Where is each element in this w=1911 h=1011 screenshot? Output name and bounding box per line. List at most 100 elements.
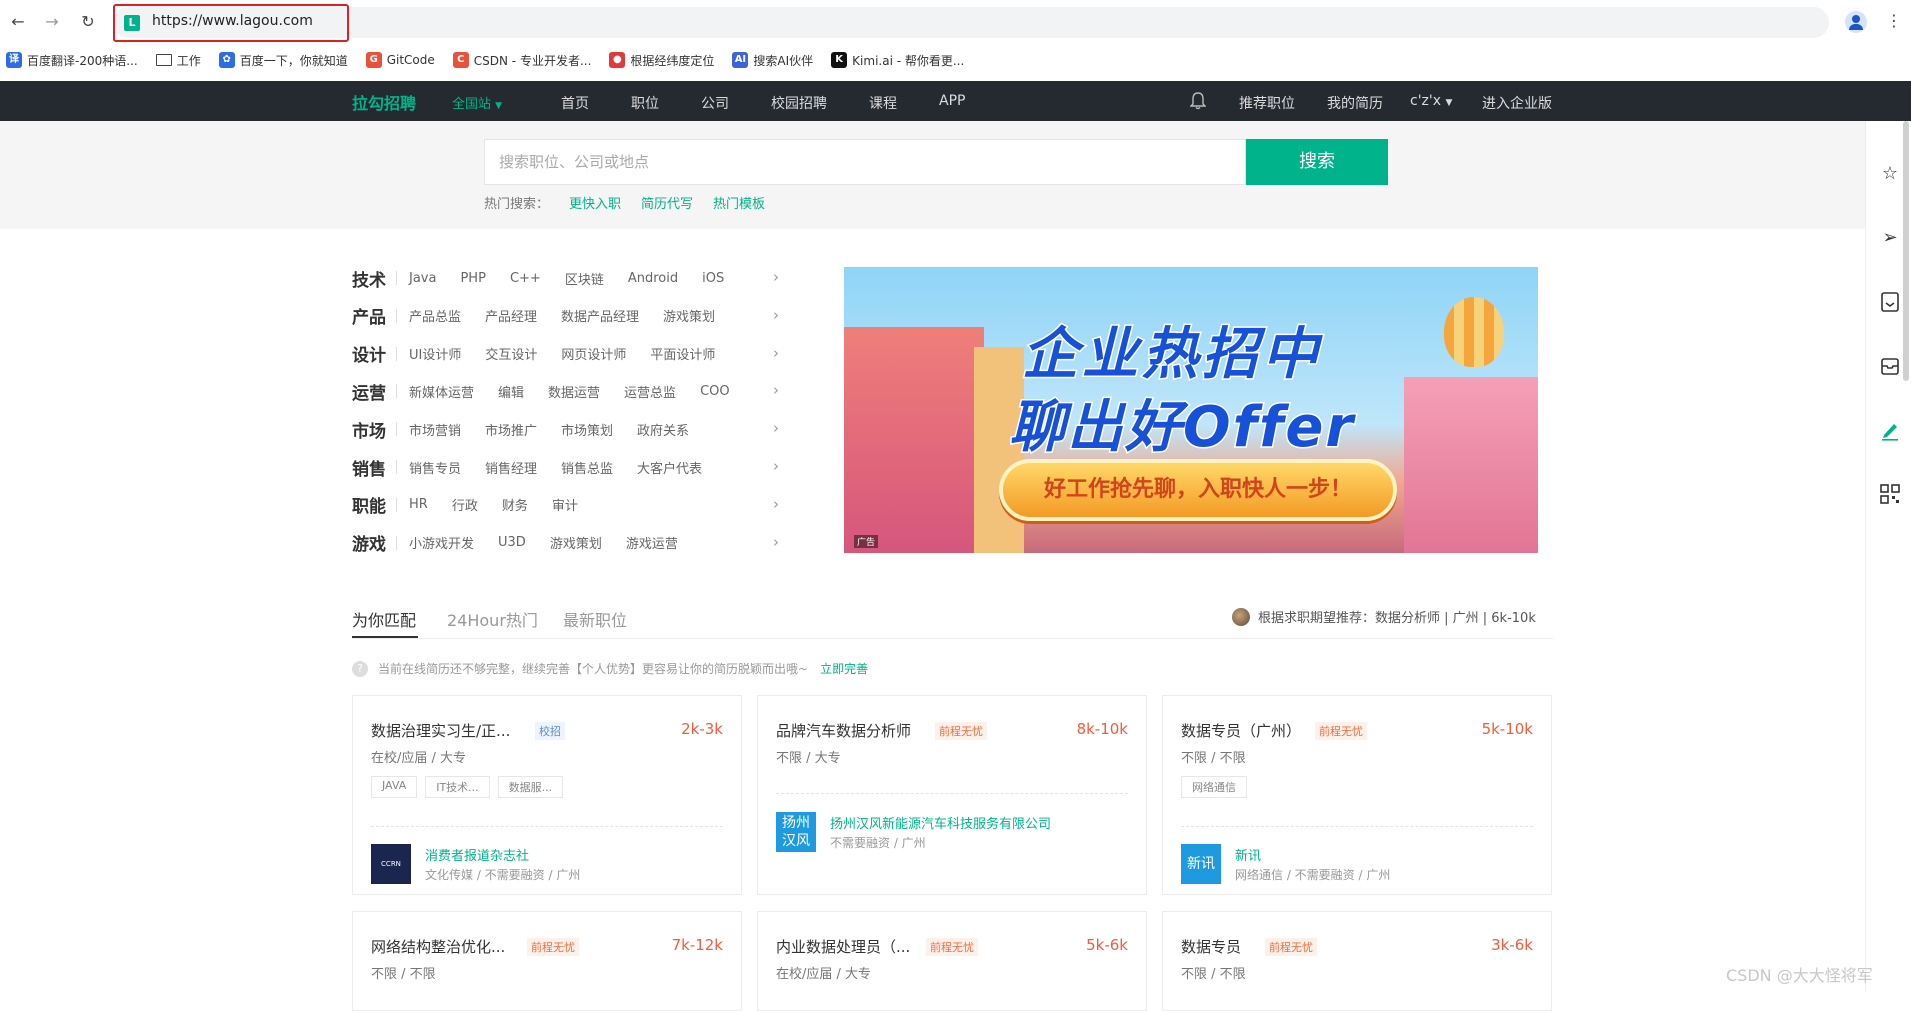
category-item[interactable]: 审计 — [552, 495, 578, 514]
job-title[interactable]: 数据专员（广州） — [1181, 720, 1301, 741]
category-item[interactable]: 行政 — [452, 495, 478, 514]
forward-arrow-icon[interactable]: → — [42, 12, 62, 32]
category-item[interactable]: 市场策划 — [561, 420, 613, 439]
job-card[interactable]: 数据专员（广州） 前程无忧 5k-10k 不限 / 不限 网络通信 新讯 新讯 网络通信 / … — [1162, 695, 1552, 895]
company-name[interactable]: 新讯 — [1235, 845, 1261, 864]
scrollbar-thumb[interactable] — [1903, 121, 1909, 381]
chevron-right-icon[interactable]: › — [773, 457, 779, 475]
send-icon[interactable]: ➢ — [1879, 227, 1901, 249]
company-logo[interactable]: 新讯 — [1181, 844, 1221, 884]
star-icon[interactable]: ☆ — [1879, 163, 1901, 185]
inbox-icon[interactable] — [1879, 355, 1901, 377]
job-card[interactable]: 内业数据处理员（... 前程无忧 5k-6k 在校/应届 / 大专 — [757, 911, 1147, 1011]
chevron-right-icon[interactable]: › — [773, 533, 779, 551]
nav-link-jobs[interactable]: 职位 — [631, 93, 659, 113]
category-title[interactable]: 职能 — [352, 492, 396, 517]
chevron-right-icon[interactable]: › — [773, 495, 779, 513]
category-item[interactable]: 游戏运营 — [626, 533, 678, 552]
bookmark-item[interactable]: ✿ 百度一下，你就知道 — [218, 52, 348, 69]
job-title[interactable]: 品牌汽车数据分析师 — [776, 720, 911, 741]
category-title[interactable]: 设计 — [352, 341, 396, 366]
user-menu[interactable]: c'z'x ▼ — [1410, 93, 1452, 109]
nav-link-enterprise[interactable]: 进入企业版 — [1482, 93, 1552, 113]
job-card[interactable]: 网络结构整治优化... 前程无忧 7k-12k 不限 / 不限 — [352, 911, 742, 1011]
job-card[interactable]: 品牌汽车数据分析师 前程无忧 8k-10k 不限 / 大专 扬州汉风 扬州汉风新能源汽车科… — [757, 695, 1147, 895]
category-item[interactable]: 网页设计师 — [561, 344, 626, 363]
reload-icon[interactable]: ↻ — [78, 12, 98, 32]
recommend-basis[interactable]: 根据求职期望推荐：数据分析师 | 广州 | 6k-10k — [1232, 607, 1536, 626]
chevron-right-icon[interactable]: › — [773, 306, 779, 324]
bookmark-item[interactable]: 工作 — [155, 52, 201, 69]
category-item[interactable]: 小游戏开发 — [409, 533, 474, 552]
category-item[interactable]: 财务 — [502, 495, 528, 514]
category-item[interactable]: 销售总监 — [561, 458, 613, 477]
job-title[interactable]: 数据专员 — [1181, 936, 1241, 957]
tab-latest[interactable]: 最新职位 — [563, 607, 627, 631]
job-title[interactable]: 数据治理实习生/正... — [371, 720, 510, 741]
profile-avatar-icon[interactable] — [1845, 11, 1867, 33]
category-item[interactable]: 新媒体运营 — [409, 382, 474, 401]
browser-menu-icon[interactable]: ⋮ — [1886, 11, 1902, 30]
chevron-right-icon[interactable]: › — [773, 268, 779, 286]
complete-resume-link[interactable]: 立即完善 — [820, 660, 868, 677]
chevron-right-icon[interactable]: › — [773, 381, 779, 399]
bookmark-item[interactable]: ● 根据经纬度定位 — [609, 52, 714, 69]
back-arrow-icon[interactable]: ← — [8, 12, 28, 32]
lagou-logo[interactable]: 拉勾招聘 — [352, 90, 416, 114]
nav-link-companies[interactable]: 公司 — [701, 93, 729, 113]
chevron-right-icon[interactable]: › — [773, 344, 779, 362]
bookmark-item[interactable]: K Kimi.ai - 帮你看更... — [831, 52, 964, 69]
search-button[interactable]: 搜索 — [1246, 139, 1388, 185]
bookmark-item[interactable]: AI 搜索AI伙伴 — [732, 52, 813, 69]
category-item[interactable]: 大客户代表 — [637, 458, 702, 477]
company-logo[interactable]: 扬州汉风 — [776, 812, 816, 852]
category-item[interactable]: HR — [409, 497, 428, 512]
category-item[interactable]: 产品总监 — [409, 306, 461, 325]
category-item[interactable]: 政府关系 — [637, 420, 689, 439]
job-card[interactable]: 数据专员 前程无忧 3k-6k 不限 / 不限 — [1162, 911, 1552, 1011]
category-item[interactable]: 数据产品经理 — [561, 306, 639, 325]
address-bar[interactable] — [113, 7, 1829, 38]
hot-search-term[interactable]: 简历代写 — [641, 193, 693, 212]
nav-link-campus[interactable]: 校园招聘 — [771, 93, 827, 113]
bell-icon[interactable] — [1190, 92, 1206, 110]
category-title[interactable]: 产品 — [352, 303, 396, 328]
qr-code-icon[interactable] — [1879, 483, 1901, 505]
category-item[interactable]: 数据运营 — [548, 382, 600, 401]
nav-link-app[interactable]: APP — [939, 93, 965, 109]
category-item[interactable]: C++ — [510, 271, 541, 286]
category-item[interactable]: 销售经理 — [485, 458, 537, 477]
category-item[interactable]: PHP — [460, 271, 485, 286]
category-item[interactable]: Android — [628, 271, 678, 286]
category-title[interactable]: 市场 — [352, 417, 396, 442]
company-name[interactable]: 消费者报道杂志社 — [425, 845, 529, 864]
city-selector[interactable]: 全国站 ▼ — [452, 93, 502, 112]
bookmark-item[interactable]: 译百度翻译-200种语... — [6, 52, 138, 69]
category-item[interactable]: 产品经理 — [485, 306, 537, 325]
category-item[interactable]: Java — [409, 271, 436, 286]
category-item[interactable]: 游戏策划 — [550, 533, 602, 552]
bookmark-item[interactable]: G GitCode — [365, 52, 435, 68]
category-item[interactable]: 市场推广 — [485, 420, 537, 439]
nav-link-home[interactable]: 首页 — [561, 93, 589, 113]
company-logo[interactable]: CCRN — [371, 844, 411, 884]
tab-24hour-hot[interactable]: 24Hour热门 — [447, 607, 538, 631]
nav-link-recommended[interactable]: 推荐职位 — [1239, 93, 1295, 113]
category-item[interactable]: 平面设计师 — [650, 344, 715, 363]
search-input[interactable]: 搜索职位、公司或地点 — [484, 139, 1246, 185]
job-title[interactable]: 网络结构整治优化... — [371, 936, 505, 957]
category-item[interactable]: 区块链 — [565, 269, 604, 288]
chevron-right-icon[interactable]: › — [773, 419, 779, 437]
category-title[interactable]: 运营 — [352, 379, 396, 404]
category-item[interactable]: 编辑 — [498, 382, 524, 401]
tab-matched[interactable]: 为你匹配 — [352, 607, 416, 631]
company-name[interactable]: 扬州汉风新能源汽车科技服务有限公司 — [830, 813, 1051, 832]
bookmark-item[interactable]: C CSDN - 专业开发者... — [452, 52, 591, 69]
hot-search-term[interactable]: 热门模板 — [713, 193, 765, 212]
category-title[interactable]: 技术 — [352, 266, 396, 291]
category-item[interactable]: 市场营销 — [409, 420, 461, 439]
nav-link-my-resume[interactable]: 我的简历 — [1327, 93, 1383, 113]
hot-search-term[interactable]: 更快入职 — [569, 193, 621, 212]
category-item[interactable]: U3D — [498, 535, 526, 550]
category-title[interactable]: 游戏 — [352, 530, 396, 555]
